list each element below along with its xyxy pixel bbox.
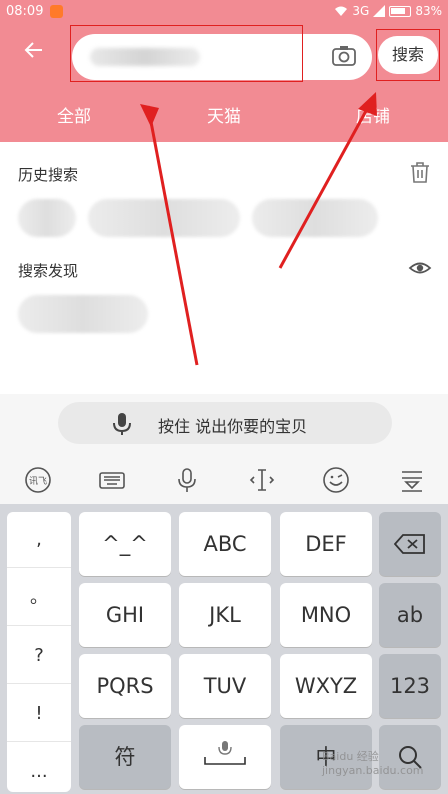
history-item[interactable] — [252, 199, 378, 237]
microphone-icon — [112, 412, 132, 436]
key-english-mode[interactable]: ab — [379, 583, 441, 647]
key-number-mode[interactable]: 123 — [379, 654, 441, 718]
annotation-box-search-field — [70, 25, 303, 82]
discover-title: 搜索发现 — [18, 262, 79, 280]
emoji-icon[interactable] — [322, 466, 350, 494]
punctuation-key[interactable]: , — [7, 512, 71, 568]
back-button[interactable] — [22, 38, 52, 68]
punctuation-column: , 。 ? ! ... — [7, 512, 71, 792]
tab-all[interactable]: 全部 — [57, 102, 91, 127]
key-abc[interactable]: ABC — [179, 512, 271, 576]
status-time: 08:09 — [6, 4, 44, 19]
search-suggestions: 历史搜索 搜索发现 — [0, 142, 448, 394]
status-bar: 08:09 3G 83% — [0, 0, 448, 24]
key-wxyz[interactable]: WXYZ — [280, 654, 372, 718]
voice-input-button[interactable]: 按住 说出你要的宝贝 — [58, 402, 392, 444]
punctuation-key[interactable]: ! — [7, 686, 71, 742]
key-symbols[interactable]: 符 — [79, 725, 171, 789]
history-item[interactable] — [88, 199, 240, 237]
annotation-box-search-button — [376, 29, 440, 81]
battery-icon — [389, 5, 412, 17]
camera-icon[interactable] — [332, 45, 356, 67]
watermark: Baidu 经验 jingyan.baidu.com — [322, 748, 424, 777]
cursor-move-icon[interactable] — [248, 466, 276, 494]
ime-logo-icon[interactable]: 讯飞 — [24, 466, 52, 494]
backspace-key[interactable] — [379, 512, 441, 576]
key-def[interactable]: DEF — [280, 512, 372, 576]
network-label: 3G — [352, 4, 370, 18]
tab-tmall[interactable]: 天猫 — [207, 102, 241, 127]
trash-icon[interactable] — [408, 160, 432, 184]
microphone-tool-icon[interactable] — [173, 466, 201, 494]
history-title: 历史搜索 — [18, 166, 79, 184]
history-item[interactable] — [18, 199, 76, 237]
wifi-icon — [335, 6, 348, 16]
punctuation-key[interactable]: 。 — [7, 570, 71, 626]
punctuation-key[interactable]: ... — [7, 744, 71, 794]
watermark-text: Baidu 经验 jingyan.baidu.com — [322, 750, 424, 777]
key-pqrs[interactable]: PQRS — [79, 654, 171, 718]
hide-keyboard-icon[interactable] — [398, 466, 426, 494]
search-tabs: 全部 天猫 店铺 — [0, 84, 448, 142]
space-mic-icon — [204, 741, 246, 765]
status-right: 3G 83% — [334, 4, 442, 18]
keyboard-toolbar: 讯飞 — [0, 456, 448, 504]
tab-shops[interactable]: 店铺 — [356, 102, 390, 127]
key-tuv[interactable]: TUV — [179, 654, 271, 718]
arrow-left-icon — [24, 42, 42, 58]
svg-text:讯飞: 讯飞 — [29, 476, 47, 487]
space-key[interactable] — [179, 725, 271, 789]
key-emoticon[interactable]: ^_^ — [79, 512, 171, 576]
discover-item[interactable] — [18, 295, 148, 333]
key-ghi[interactable]: GHI — [79, 583, 171, 647]
punctuation-key[interactable]: ? — [7, 628, 71, 684]
backspace-icon — [393, 534, 425, 554]
key-mno[interactable]: MNO — [280, 583, 372, 647]
battery-level: 83% — [415, 4, 442, 18]
keyboard-icon[interactable] — [98, 466, 126, 494]
eye-icon[interactable] — [408, 256, 432, 280]
voice-input-label: 按住 说出你要的宝贝 — [158, 417, 308, 436]
app-notification-icon — [50, 5, 63, 18]
key-jkl[interactable]: JKL — [179, 583, 271, 647]
signal-icon — [373, 5, 386, 17]
